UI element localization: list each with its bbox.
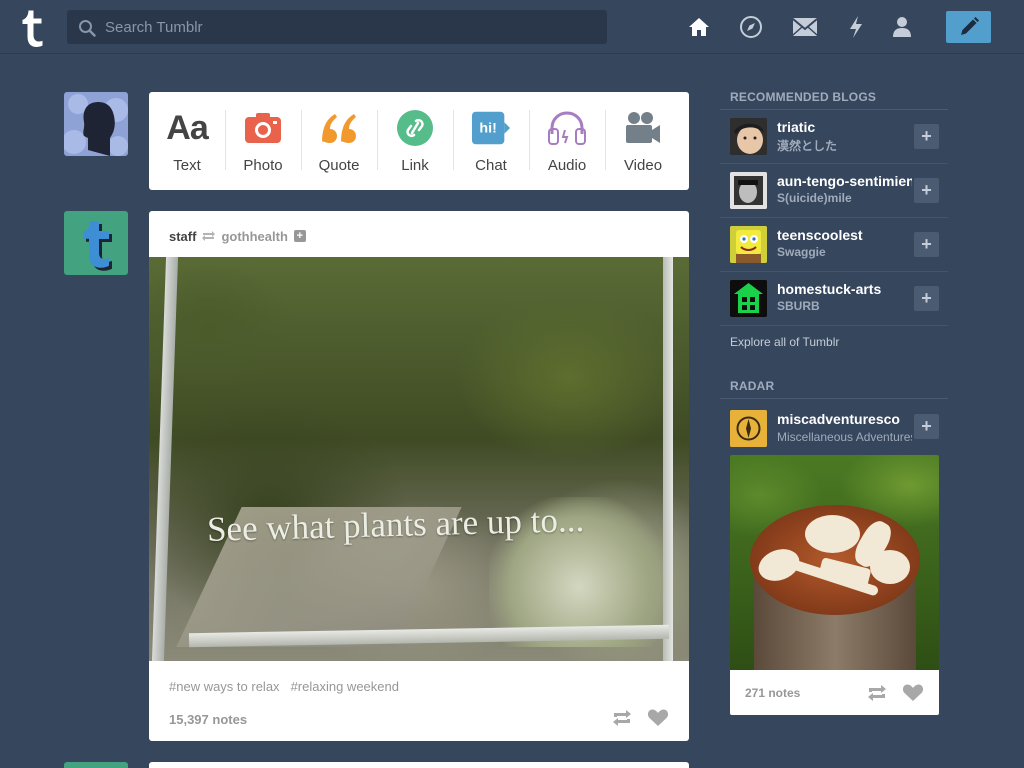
divider bbox=[720, 398, 948, 399]
post-tag-link[interactable]: #relaxing weekend bbox=[291, 679, 399, 694]
svg-text:hi!: hi! bbox=[479, 121, 496, 137]
account-person-icon[interactable] bbox=[889, 14, 915, 40]
tumblr-logo-icon[interactable] bbox=[17, 7, 49, 49]
blog-name[interactable]: homestuck-arts bbox=[777, 281, 912, 297]
headphones-icon bbox=[547, 109, 587, 147]
blog-name[interactable]: teenscoolest bbox=[777, 227, 912, 243]
blog-title: Swaggie bbox=[777, 245, 826, 259]
blog-avatar[interactable] bbox=[730, 226, 767, 263]
pencil-icon bbox=[960, 17, 979, 35]
blog-name[interactable]: miscadventuresco bbox=[777, 411, 912, 427]
post-type-chat-button[interactable]: hi! Chat bbox=[453, 92, 529, 190]
photo-window-frame bbox=[151, 257, 179, 661]
dashboard-post: staff gothhealth + See what plants are u… bbox=[149, 211, 689, 741]
photo-spoon bbox=[805, 515, 860, 553]
post-notes-count[interactable]: 15,397 notes bbox=[169, 712, 247, 727]
blog-name[interactable]: aun-tengo-sentimientos bbox=[777, 173, 912, 189]
follow-blog-button[interactable]: + bbox=[914, 178, 939, 203]
blog-name[interactable]: triatic bbox=[777, 119, 912, 135]
post-type-photo-button[interactable]: Photo bbox=[225, 92, 301, 190]
post-type-label: Photo bbox=[243, 157, 283, 174]
post-type-video-button[interactable]: Video bbox=[605, 92, 681, 190]
blog-avatar[interactable] bbox=[730, 172, 767, 209]
top-navigation-bar bbox=[0, 0, 1024, 54]
activity-lightning-icon[interactable] bbox=[843, 14, 869, 40]
messages-mail-icon[interactable] bbox=[792, 14, 818, 40]
post-tags: #new ways to relax #relaxing weekend bbox=[169, 679, 399, 694]
search-icon bbox=[79, 20, 96, 37]
search-input[interactable] bbox=[105, 10, 595, 44]
post-type-label: Link bbox=[401, 157, 429, 174]
camera-icon bbox=[243, 109, 283, 147]
video-camera-icon bbox=[623, 109, 663, 147]
home-icon[interactable] bbox=[686, 14, 712, 40]
like-heart-icon[interactable] bbox=[902, 683, 924, 702]
blog-title: S(uicide)mile bbox=[777, 191, 852, 205]
follow-blog-button[interactable]: + bbox=[914, 124, 939, 149]
recommended-blogs-heading: RECOMMENDED BLOGS bbox=[730, 90, 877, 104]
post-type-text-button[interactable]: Aa Text bbox=[149, 92, 225, 190]
radar-post-photo[interactable] bbox=[730, 455, 939, 670]
search-box[interactable] bbox=[67, 10, 607, 44]
radar-post-footer: 271 notes bbox=[730, 670, 939, 715]
follow-blog-button[interactable]: + bbox=[914, 232, 939, 257]
post-type-bar: Aa Text Photo Quote Link hi! Chat Audio bbox=[149, 92, 689, 190]
post-type-link-button[interactable]: Link bbox=[377, 92, 453, 190]
blog-title: SBURB bbox=[777, 299, 820, 313]
chat-icon: hi! bbox=[471, 109, 511, 147]
post-type-label: Audio bbox=[547, 157, 587, 174]
photo-window-frame bbox=[663, 257, 673, 661]
blog-avatar[interactable] bbox=[730, 280, 767, 317]
link-icon bbox=[395, 109, 435, 147]
recommended-blog-item[interactable]: aun-tengo-sentimientos S(uicide)mile + bbox=[720, 164, 948, 218]
staff-avatar[interactable] bbox=[64, 211, 128, 275]
reblog-icon[interactable] bbox=[866, 684, 888, 702]
like-heart-icon[interactable] bbox=[647, 708, 669, 727]
post-header: staff gothhealth + bbox=[169, 227, 306, 245]
recommended-blog-item[interactable]: triatic 漠然とした + bbox=[720, 110, 948, 164]
next-post-card bbox=[149, 762, 689, 768]
text-icon: Aa bbox=[166, 109, 208, 147]
compose-post-button[interactable] bbox=[946, 11, 991, 43]
post-type-label: Quote bbox=[318, 157, 360, 174]
recommended-blog-item[interactable]: homestuck-arts SBURB + bbox=[720, 272, 948, 326]
reblog-small-icon bbox=[202, 231, 216, 241]
post-type-label: Chat bbox=[475, 157, 507, 174]
blog-avatar[interactable] bbox=[730, 410, 767, 447]
post-tag-link[interactable]: #new ways to relax bbox=[169, 679, 280, 694]
post-author-link[interactable]: staff bbox=[169, 229, 196, 244]
blog-avatar[interactable] bbox=[730, 118, 767, 155]
post-photo[interactable]: See what plants are up to... bbox=[149, 257, 689, 661]
follow-blog-button[interactable]: + bbox=[914, 414, 939, 439]
user-avatar[interactable] bbox=[64, 92, 128, 156]
post-actions bbox=[611, 708, 669, 727]
blog-title: 漠然とした bbox=[777, 139, 838, 153]
explore-all-link[interactable]: Explore all of Tumblr bbox=[730, 335, 839, 349]
radar-blog-item[interactable]: miscadventuresco Miscellaneous Adventure… bbox=[720, 403, 948, 453]
post-type-label: Video bbox=[623, 157, 663, 174]
post-type-audio-button[interactable]: Audio bbox=[529, 92, 605, 190]
next-post-avatar[interactable] bbox=[64, 762, 128, 768]
radar-notes-count[interactable]: 271 notes bbox=[745, 686, 800, 700]
radar-heading: RADAR bbox=[730, 379, 775, 393]
follow-source-button[interactable]: + bbox=[293, 230, 306, 242]
recommended-blog-item[interactable]: teenscoolest Swaggie + bbox=[720, 218, 948, 272]
reblog-icon[interactable] bbox=[611, 709, 633, 727]
post-type-label: Text bbox=[173, 157, 201, 174]
post-type-quote-button[interactable]: Quote bbox=[301, 92, 377, 190]
blog-title: Miscellaneous Adventures bbox=[777, 430, 912, 444]
post-source-link[interactable]: gothhealth bbox=[221, 229, 287, 244]
explore-compass-icon[interactable] bbox=[738, 14, 764, 40]
quote-icon bbox=[319, 109, 359, 147]
follow-blog-button[interactable]: + bbox=[914, 286, 939, 311]
